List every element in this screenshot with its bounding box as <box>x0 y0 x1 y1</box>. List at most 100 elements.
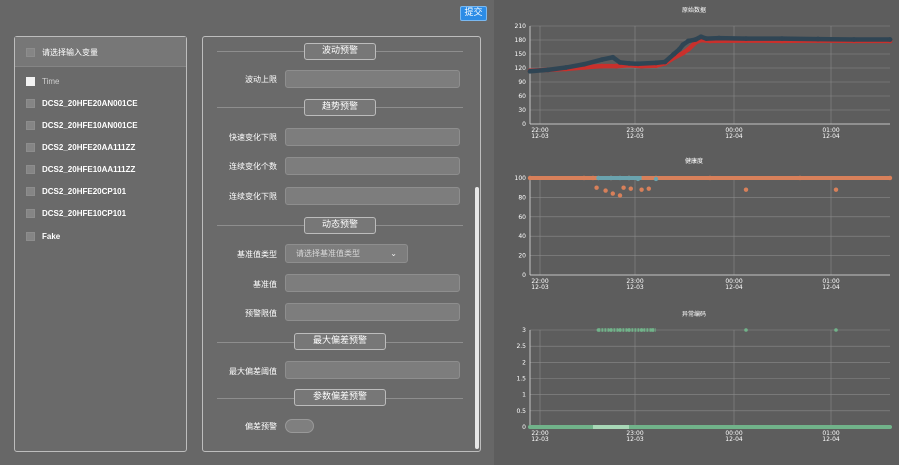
y-tick-label: 100 <box>515 175 527 182</box>
data-point <box>815 36 821 42</box>
data-point <box>704 36 709 41</box>
data-point <box>887 37 893 42</box>
charts-panel: 原始数据 0 30 60 90 120 150 180 210 22:00 12-03 23:00 12… <box>494 0 899 465</box>
baseline-type-select[interactable]: 请选择基准值类型 ⌄ <box>285 244 408 263</box>
data-point <box>617 60 623 65</box>
variable-item[interactable]: DCS2_20HFE20AA111ZZ <box>26 141 135 153</box>
variable-select-all[interactable]: 请选择输入变量 <box>26 46 98 58</box>
x-tick-date: 12-03 <box>626 284 644 291</box>
data-point <box>610 191 615 196</box>
data-point <box>851 37 857 42</box>
data-point <box>621 185 626 190</box>
variable-list-title: 请选择输入变量 <box>42 47 98 57</box>
variable-label: Time <box>42 76 60 86</box>
warning-limit-label: 预警限值 <box>245 309 277 318</box>
y-tick-label: 180 <box>515 37 527 44</box>
data-point <box>671 51 677 57</box>
data-point <box>834 328 838 332</box>
y-tick-label: 0.5 <box>516 408 526 415</box>
data-point <box>628 186 633 191</box>
y-tick-label: 2.5 <box>516 343 526 350</box>
continuous-count-input[interactable] <box>285 157 460 175</box>
x-tick-date: 12-04 <box>725 436 743 443</box>
charts-svg: 原始数据030609012015018021022:0012-0323:0012… <box>515 6 893 443</box>
chart-title: 原始数据 <box>682 6 706 14</box>
data-point <box>617 193 623 198</box>
x-tick-date: 12-04 <box>822 284 840 291</box>
x-tick-date: 12-04 <box>822 133 840 140</box>
y-tick-label: 1 <box>522 392 526 399</box>
y-tick-label: 0 <box>522 121 526 128</box>
y-tick-label: 2 <box>522 359 526 366</box>
data-point <box>590 175 596 181</box>
y-tick-label: 0 <box>522 424 526 431</box>
data-point <box>677 46 682 52</box>
variable-item[interactable]: Time <box>26 75 59 87</box>
data-point <box>707 175 713 181</box>
data-point <box>743 36 749 41</box>
data-point <box>545 67 551 73</box>
variable-label: DCS2_20HFE20AN001CE <box>42 98 138 108</box>
data-point <box>852 425 856 429</box>
data-point <box>590 64 596 69</box>
data-point <box>797 175 803 181</box>
deviation-warning-toggle[interactable] <box>285 419 314 433</box>
fluctuation-upper-label: 波动上限 <box>245 75 277 84</box>
variable-checkbox[interactable] <box>26 186 35 196</box>
data-point <box>599 57 605 62</box>
config-scrollbar[interactable] <box>475 187 479 449</box>
variable-checkbox[interactable] <box>26 208 35 218</box>
data-point <box>798 425 802 429</box>
x-tick-date: 12-03 <box>626 436 644 443</box>
data-point <box>527 175 533 181</box>
fluctuation-upper-input[interactable] <box>285 70 460 88</box>
submit-button[interactable]: 提交 <box>460 6 487 21</box>
variable-label: DCS2_20HFE10AN001CE <box>42 120 138 130</box>
data-point <box>603 188 608 193</box>
data-point <box>563 65 569 70</box>
chart-title: 健康度 <box>685 157 703 165</box>
y-tick-label: 60 <box>518 93 526 100</box>
warning-limit-input[interactable] <box>285 303 460 321</box>
data-point <box>662 59 668 65</box>
variable-checkbox[interactable] <box>26 231 35 241</box>
y-tick-label: 40 <box>518 233 526 240</box>
baseline-value-label: 基准值 <box>253 280 277 289</box>
x-tick-date: 12-04 <box>822 436 840 443</box>
variable-label: DCS2_20HFE20CP101 <box>42 186 127 196</box>
data-point <box>599 63 605 69</box>
data-point <box>653 60 659 66</box>
baseline-value-input[interactable] <box>285 274 460 292</box>
continuous-lower-input[interactable] <box>285 187 460 205</box>
variable-checkbox[interactable] <box>26 76 35 86</box>
data-point <box>686 46 691 52</box>
y-tick-label: 120 <box>515 65 527 72</box>
x-tick-date: 12-03 <box>531 133 549 140</box>
variable-item[interactable]: DCS2_20HFE10CP101 <box>26 207 126 219</box>
data-point <box>610 54 616 60</box>
data-point <box>581 175 587 181</box>
variable-item[interactable]: DCS2_20HFE20AN001CE <box>26 97 138 109</box>
data-point <box>888 425 892 429</box>
warning-config-form: 波动预警 波动上限 趋势预警 快速变化下限 连续变化个数 连续变化下限 动态预警… <box>202 36 481 452</box>
variable-item[interactable]: DCS2_20HFE10AA111ZZ <box>26 163 135 175</box>
variable-checkbox[interactable] <box>26 164 35 174</box>
variable-item[interactable]: DCS2_20HFE20CP101 <box>26 185 126 197</box>
variable-list: 请选择输入变量 Time DCS2_20HFE20AN001CE DCS2_20HF… <box>14 36 187 452</box>
data-point <box>614 63 619 69</box>
baseline-type-placeholder: 请选择基准值类型 <box>296 249 360 258</box>
data-point <box>833 187 839 192</box>
fast-change-lower-input[interactable] <box>285 128 460 146</box>
variable-checkbox[interactable] <box>26 142 35 152</box>
variable-item[interactable]: DCS2_20HFE10AN001CE <box>26 119 138 131</box>
select-all-checkbox[interactable] <box>26 47 35 57</box>
variable-item[interactable]: Fake <box>26 230 60 242</box>
variable-checkbox[interactable] <box>26 98 35 108</box>
variable-checkbox[interactable] <box>26 120 35 130</box>
data-point <box>594 185 599 190</box>
max-deviation-threshold-input[interactable] <box>285 361 460 379</box>
data-point <box>527 68 533 74</box>
chevron-down-icon: ⌄ <box>390 249 397 258</box>
data-point <box>636 425 640 429</box>
data-point <box>653 176 659 182</box>
